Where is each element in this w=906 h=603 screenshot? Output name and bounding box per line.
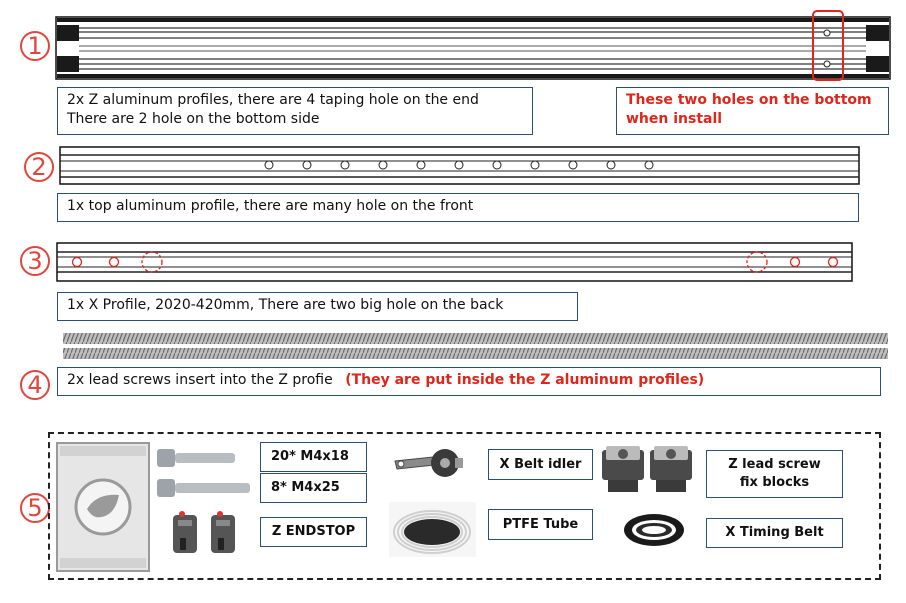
step-number-5: 5 [20, 493, 50, 523]
z-aluminum-profile-illustration [55, 10, 891, 81]
lead-screws-text: 2x lead screws insert into the Z profie [67, 372, 333, 388]
step-number-3: 3 [20, 246, 50, 276]
fix-blocks-label-line-2: fix blocks [739, 475, 810, 490]
z-profile-description: 2x Z aluminum profiles, there are 4 tapi… [57, 87, 533, 135]
z-endstop-label: Z ENDSTOP [260, 517, 367, 547]
step-number-4: 4 [20, 370, 50, 400]
bottom-holes-note-line-2: when install [626, 111, 723, 127]
bottom-holes-note: These two holes on the bottom when insta… [616, 87, 889, 135]
parts-bag-icon [56, 442, 150, 572]
screws-m4x18-label: 20* M4x18 [260, 442, 367, 472]
x-profile-description: 1x X Profile, 2020-420mm, There are two … [57, 292, 578, 321]
timing-belt-icon [624, 514, 684, 546]
x-profile-illustration [56, 242, 853, 282]
lead-screws-description: 2x lead screws insert into the Z profie … [57, 367, 881, 396]
lead-screws-note: (They are put inside the Z aluminum prof… [345, 372, 705, 388]
ptfe-tube-icon [389, 502, 476, 557]
screw-m4x18-icon [157, 449, 235, 467]
ptfe-tube-label: PTFE Tube [488, 509, 593, 540]
x-timing-belt-label: X Timing Belt [706, 518, 843, 548]
z-profile-description-line-1: 2x Z aluminum profiles, there are 4 tapi… [67, 92, 479, 108]
z-lead-screw-fix-blocks-label: Z lead screw fix blocks [706, 450, 843, 498]
lead-screw-fix-blocks-icon [602, 446, 692, 492]
top-aluminum-profile-illustration [59, 146, 860, 185]
fix-blocks-label-line-1: Z lead screw [728, 457, 821, 472]
belt-idler-icon [394, 449, 463, 477]
step-number-2: 2 [24, 152, 54, 182]
z-profile-description-line-2: There are 2 hole on the bottom side [67, 111, 320, 127]
screw-m4x25-icon [157, 479, 250, 497]
z-endstop-icon [173, 511, 235, 553]
top-profile-description: 1x top aluminum profile, there are many … [57, 193, 859, 222]
step-number-1: 1 [20, 31, 50, 61]
lead-screws-illustration [63, 333, 888, 359]
x-belt-idler-label: X Belt idler [488, 449, 593, 480]
bottom-holes-note-line-1: These two holes on the bottom [626, 92, 872, 108]
screws-m4x25-label: 8* M4x25 [260, 473, 367, 503]
